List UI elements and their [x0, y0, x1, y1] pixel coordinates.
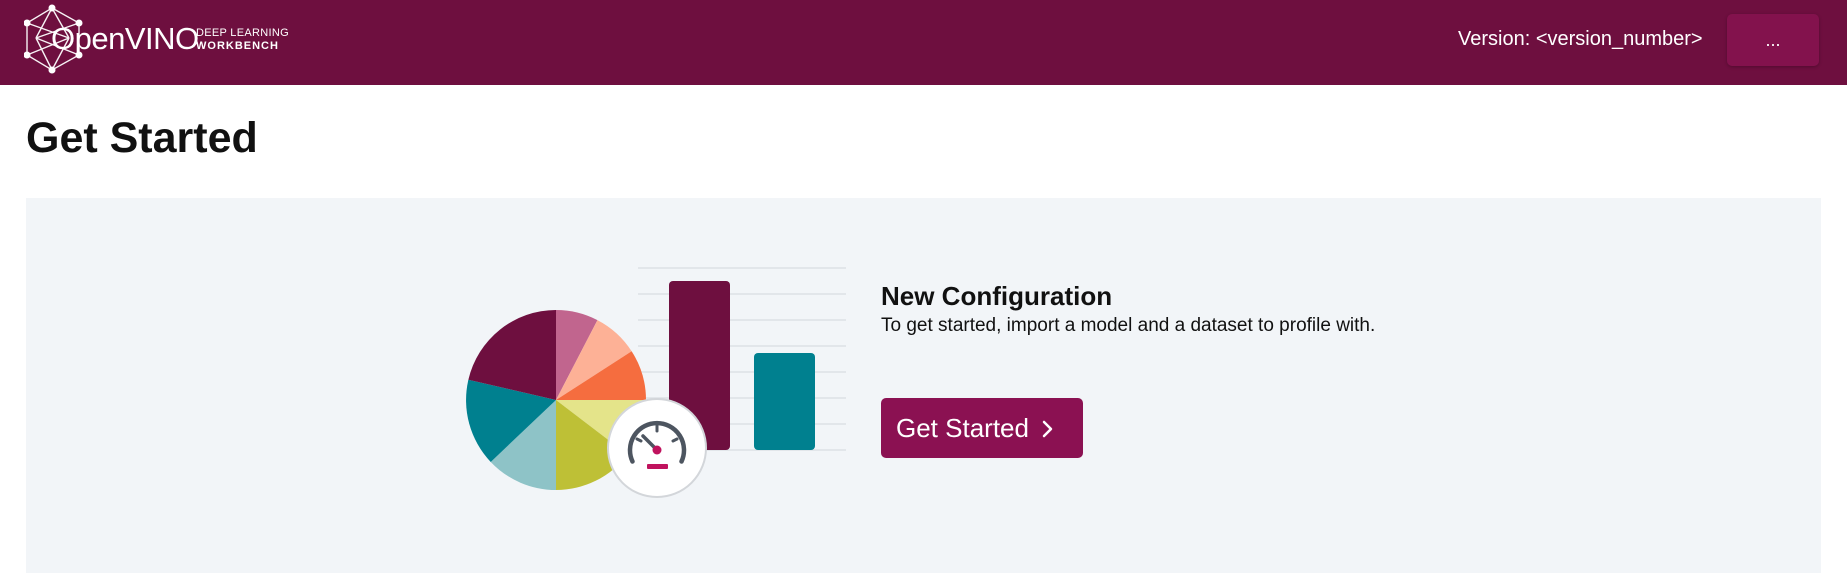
speedometer-icon	[607, 398, 707, 498]
openvino-logo[interactable]: OpenVINO ™ DEEP LEARNING WORKBENCH	[23, 3, 304, 81]
get-started-illustration	[466, 267, 846, 498]
card-description: To get started, import a model and a dat…	[881, 315, 1376, 336]
logo-subtitle-line1: DEEP LEARNING	[196, 27, 289, 39]
get-started-button-label: Get Started	[896, 413, 1029, 443]
card-title: New Configuration	[881, 281, 1113, 311]
logo-subtitle: DEEP LEARNING WORKBENCH	[196, 27, 289, 53]
chevron-right-icon	[1042, 420, 1053, 438]
logo-subtitle-line2: WORKBENCH	[196, 40, 279, 52]
top-bar: OpenVINO ™ DEEP LEARNING WORKBENCH Versi…	[0, 0, 1847, 85]
logo-trademark: ™	[184, 28, 190, 34]
logo-wordmark: OpenVINO	[51, 21, 199, 56]
more-menu-button[interactable]: ...	[1727, 14, 1819, 66]
page-title: Get Started	[26, 114, 258, 162]
new-configuration-card: New Configuration To get started, import…	[26, 198, 1821, 573]
get-started-button[interactable]: Get Started	[881, 398, 1083, 458]
version-label: Version: <version_number>	[1458, 28, 1703, 50]
